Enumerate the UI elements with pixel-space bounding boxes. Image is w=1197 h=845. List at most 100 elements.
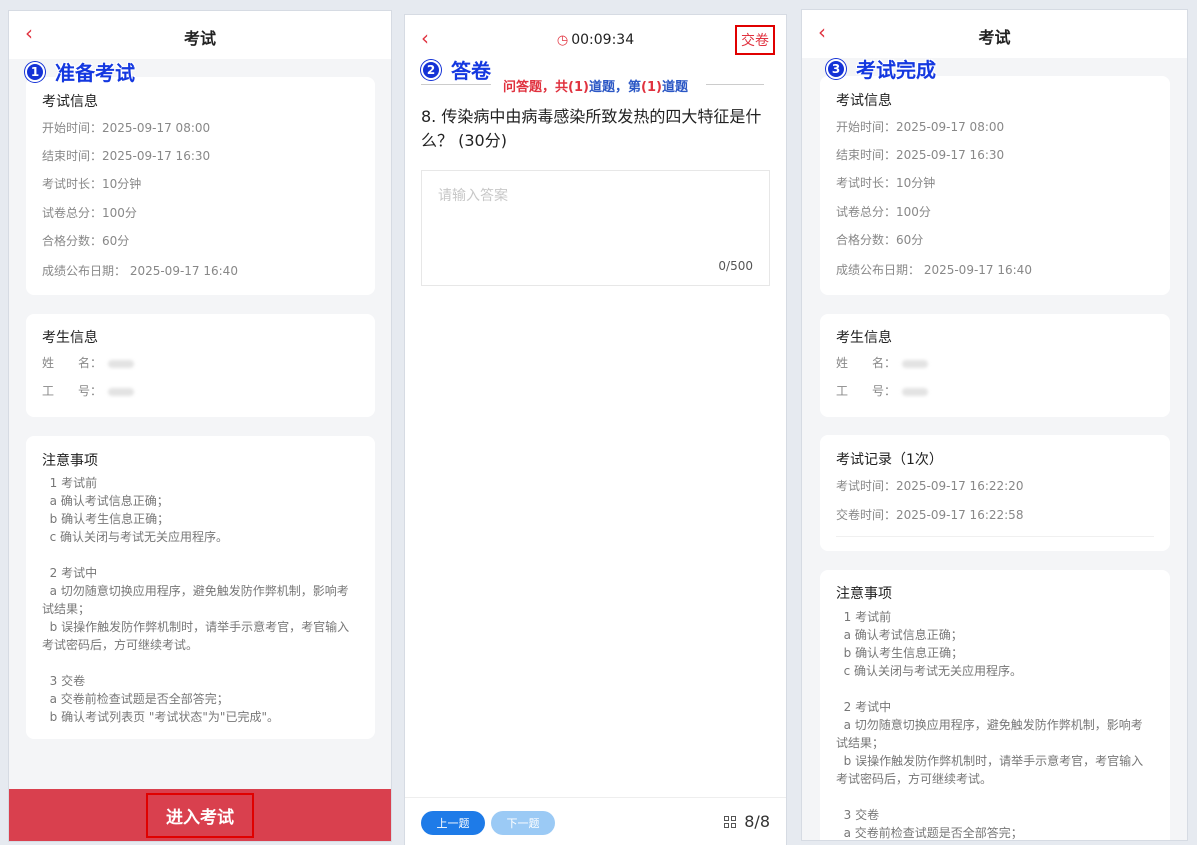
publish-date: 成绩公布日期： 2025-09-17 16:40: [42, 264, 238, 278]
name-row: 姓 名：: [42, 354, 135, 371]
duration: 考试时长：10分钟: [42, 177, 142, 191]
name-row: 姓 名：: [836, 354, 929, 371]
duration: 考试时长：10分钟: [836, 176, 936, 190]
redacted-name: [108, 359, 135, 368]
answer-box: 0/500: [421, 170, 770, 286]
notes-list: 1 考试前 a 确认考试信息正确； b 确认考生信息正确； c 确认关闭与考试无…: [42, 474, 359, 726]
note-line: a 切勿随意切换应用程序，避免触发防作弊机制，影响考试结果；: [42, 584, 349, 616]
header: ‹ 考试: [802, 10, 1187, 58]
candidate-info-title: 考生信息: [836, 330, 892, 346]
id-row: 工 号：: [836, 382, 929, 399]
notes-title: 注意事项: [42, 453, 98, 469]
step-label: 考试完成: [856, 58, 936, 82]
candidate-info-title: 考生信息: [42, 330, 98, 346]
note-line: a 确认考试信息正确；: [42, 494, 169, 508]
exam-record-title: 考试记录（1次）: [836, 452, 943, 468]
qtype-mid: 道题，第: [588, 80, 641, 95]
exam-record-card: 考试记录（1次） 考试时间：2025-09-17 16:22:20 交卷时间：2…: [820, 435, 1170, 551]
timer-value: 00:09:34: [571, 32, 635, 48]
submit-time: 交卷时间：2025-09-17 16:22:58: [836, 508, 1024, 522]
redacted-name: [902, 359, 929, 368]
grid-icon: [724, 815, 737, 828]
candidate-info-card: 考生信息 姓 名： 工 号：: [820, 314, 1170, 417]
notes-title: 注意事项: [836, 586, 892, 602]
submit-button[interactable]: 交卷: [735, 25, 775, 55]
step-number: 2: [421, 59, 441, 80]
end-time: 结束时间：2025-09-17 16:30: [42, 149, 211, 163]
id-label: 工 号：: [836, 384, 897, 398]
note-line: 2 考试中: [836, 700, 892, 714]
exam-info-card: 考试信息 开始时间：2025-09-17 08:00 结束时间：2025-09-…: [820, 76, 1170, 295]
enter-exam-bar: 进入考试: [9, 789, 391, 841]
screen-answering: ‹ ◷ 00:09:34 交卷 2 答卷 问答题，共(1)道题，第(1)道题 8.…: [404, 14, 787, 845]
total-score: 试卷总分：100分: [42, 206, 137, 220]
note-line: a 交卷前检查试题是否全部答完；: [836, 826, 1023, 840]
note-line: [836, 788, 1154, 806]
prev-question-button[interactable]: 上一题: [421, 811, 485, 835]
name-label: 姓 名：: [42, 356, 103, 370]
qtype-total: (1): [568, 80, 589, 95]
pass-score: 合格分数：60分: [836, 233, 924, 247]
publish-date: 成绩公布日期： 2025-09-17 16:40: [836, 263, 1032, 277]
char-count: 0/500: [718, 259, 753, 273]
step-number: 1: [25, 61, 45, 82]
notes-card: 注意事项 1 考试前 a 确认考试信息正确； b 确认考生信息正确； c 确认关…: [820, 570, 1170, 840]
note-line: 2 考试中: [42, 566, 98, 580]
clock-icon: ◷: [556, 33, 569, 48]
total-score: 试卷总分：100分: [836, 205, 931, 219]
note-line: 3 交卷: [836, 808, 880, 822]
exam-info-card: 考试信息 开始时间：2025-09-17 08:00 结束时间：2025-09-…: [26, 77, 375, 295]
step-annotation-1: 1 准备考试: [25, 57, 135, 86]
note-line: b 误操作触发防作弊机制时，请举手示意考官，考官输入考试密码后，方可继续考试。: [42, 620, 350, 652]
note-line: a 确认考试信息正确；: [836, 628, 963, 642]
note-line: c 确认关闭与考试无关应用程序。: [836, 664, 1023, 678]
note-line: b 确认考试列表页 "考试状态"为"已完成"。: [42, 710, 279, 724]
note-line: a 切勿随意切换应用程序，避免触发防作弊机制，影响考试结果；: [836, 718, 1143, 750]
end-time: 结束时间：2025-09-17 16:30: [836, 148, 1005, 162]
step-label: 答卷: [451, 59, 491, 83]
notes-list: 1 考试前 a 确认考试信息正确； b 确认考生信息正确； c 确认关闭与考试无…: [836, 608, 1154, 840]
step-annotation-3: 3 考试完成: [826, 54, 936, 83]
question-text: 8. 传染病中由病毒感染所致发热的四大特征是什么？ (30分): [421, 107, 762, 150]
start-time: 开始时间：2025-09-17 08:00: [836, 120, 1005, 134]
notes-card: 注意事项 1 考试前 a 确认考试信息正确； b 确认考生信息正确； c 确认关…: [26, 436, 375, 739]
id-label: 工 号：: [42, 384, 103, 398]
step-number: 3: [826, 58, 846, 79]
qtype-current: (1): [641, 80, 662, 95]
id-row: 工 号：: [42, 382, 135, 399]
screen-exam-complete: ‹ 考试 3 考试完成 考试信息 开始时间：2025-09-17 08:00 结…: [801, 9, 1188, 841]
note-line: 1 考试前: [836, 610, 892, 624]
start-time: 开始时间：2025-09-17 08:00: [42, 121, 211, 135]
name-label: 姓 名：: [836, 356, 897, 370]
step-label: 准备考试: [55, 61, 135, 85]
step-annotation-2: 2 答卷: [421, 55, 491, 84]
note-line: 3 交卷: [42, 674, 86, 688]
note-line: b 误操作触发防作弊机制时，请举手示意考官，考官输入考试密码后，方可继续考试。: [836, 754, 1144, 786]
divider: [836, 536, 1154, 537]
note-line: c 确认关闭与考试无关应用程序。: [42, 530, 229, 544]
candidate-info-card: 考生信息 姓 名： 工 号：: [26, 314, 375, 417]
note-line: a 交卷前检查试题是否全部答完；: [42, 692, 229, 706]
timer: ◷ 00:09:34: [405, 32, 786, 48]
pass-score: 合格分数：60分: [42, 234, 130, 248]
qtype-label: 问答题，共: [503, 80, 569, 95]
redacted-id: [108, 387, 135, 396]
answer-input[interactable]: [422, 171, 769, 285]
page-title: 考试: [978, 28, 1011, 47]
exam-time: 考试时间：2025-09-17 16:22:20: [836, 479, 1024, 493]
enter-exam-button[interactable]: 进入考试: [146, 792, 254, 838]
next-question-button[interactable]: 下一题: [491, 811, 555, 835]
answer-footer: 上一题 下一题 8/8: [405, 797, 786, 845]
screen-prepare-exam: ‹ 考试 1 准备考试 考试信息 开始时间：2025-09-17 08:00 结…: [8, 10, 392, 842]
note-line: b 确认考生信息正确；: [836, 646, 964, 660]
question-navigator[interactable]: 8/8: [724, 812, 770, 831]
note-line: b 确认考生信息正确；: [42, 512, 170, 526]
exam-info-title: 考试信息: [836, 93, 892, 109]
note-line: 1 考试前: [42, 476, 98, 490]
header: ‹ 考试: [9, 11, 391, 59]
note-line: [42, 654, 359, 672]
page-title: 考试: [183, 29, 216, 48]
exam-info-title: 考试信息: [42, 94, 98, 110]
note-line: [836, 680, 1154, 698]
question-progress: 8/8: [744, 812, 770, 831]
